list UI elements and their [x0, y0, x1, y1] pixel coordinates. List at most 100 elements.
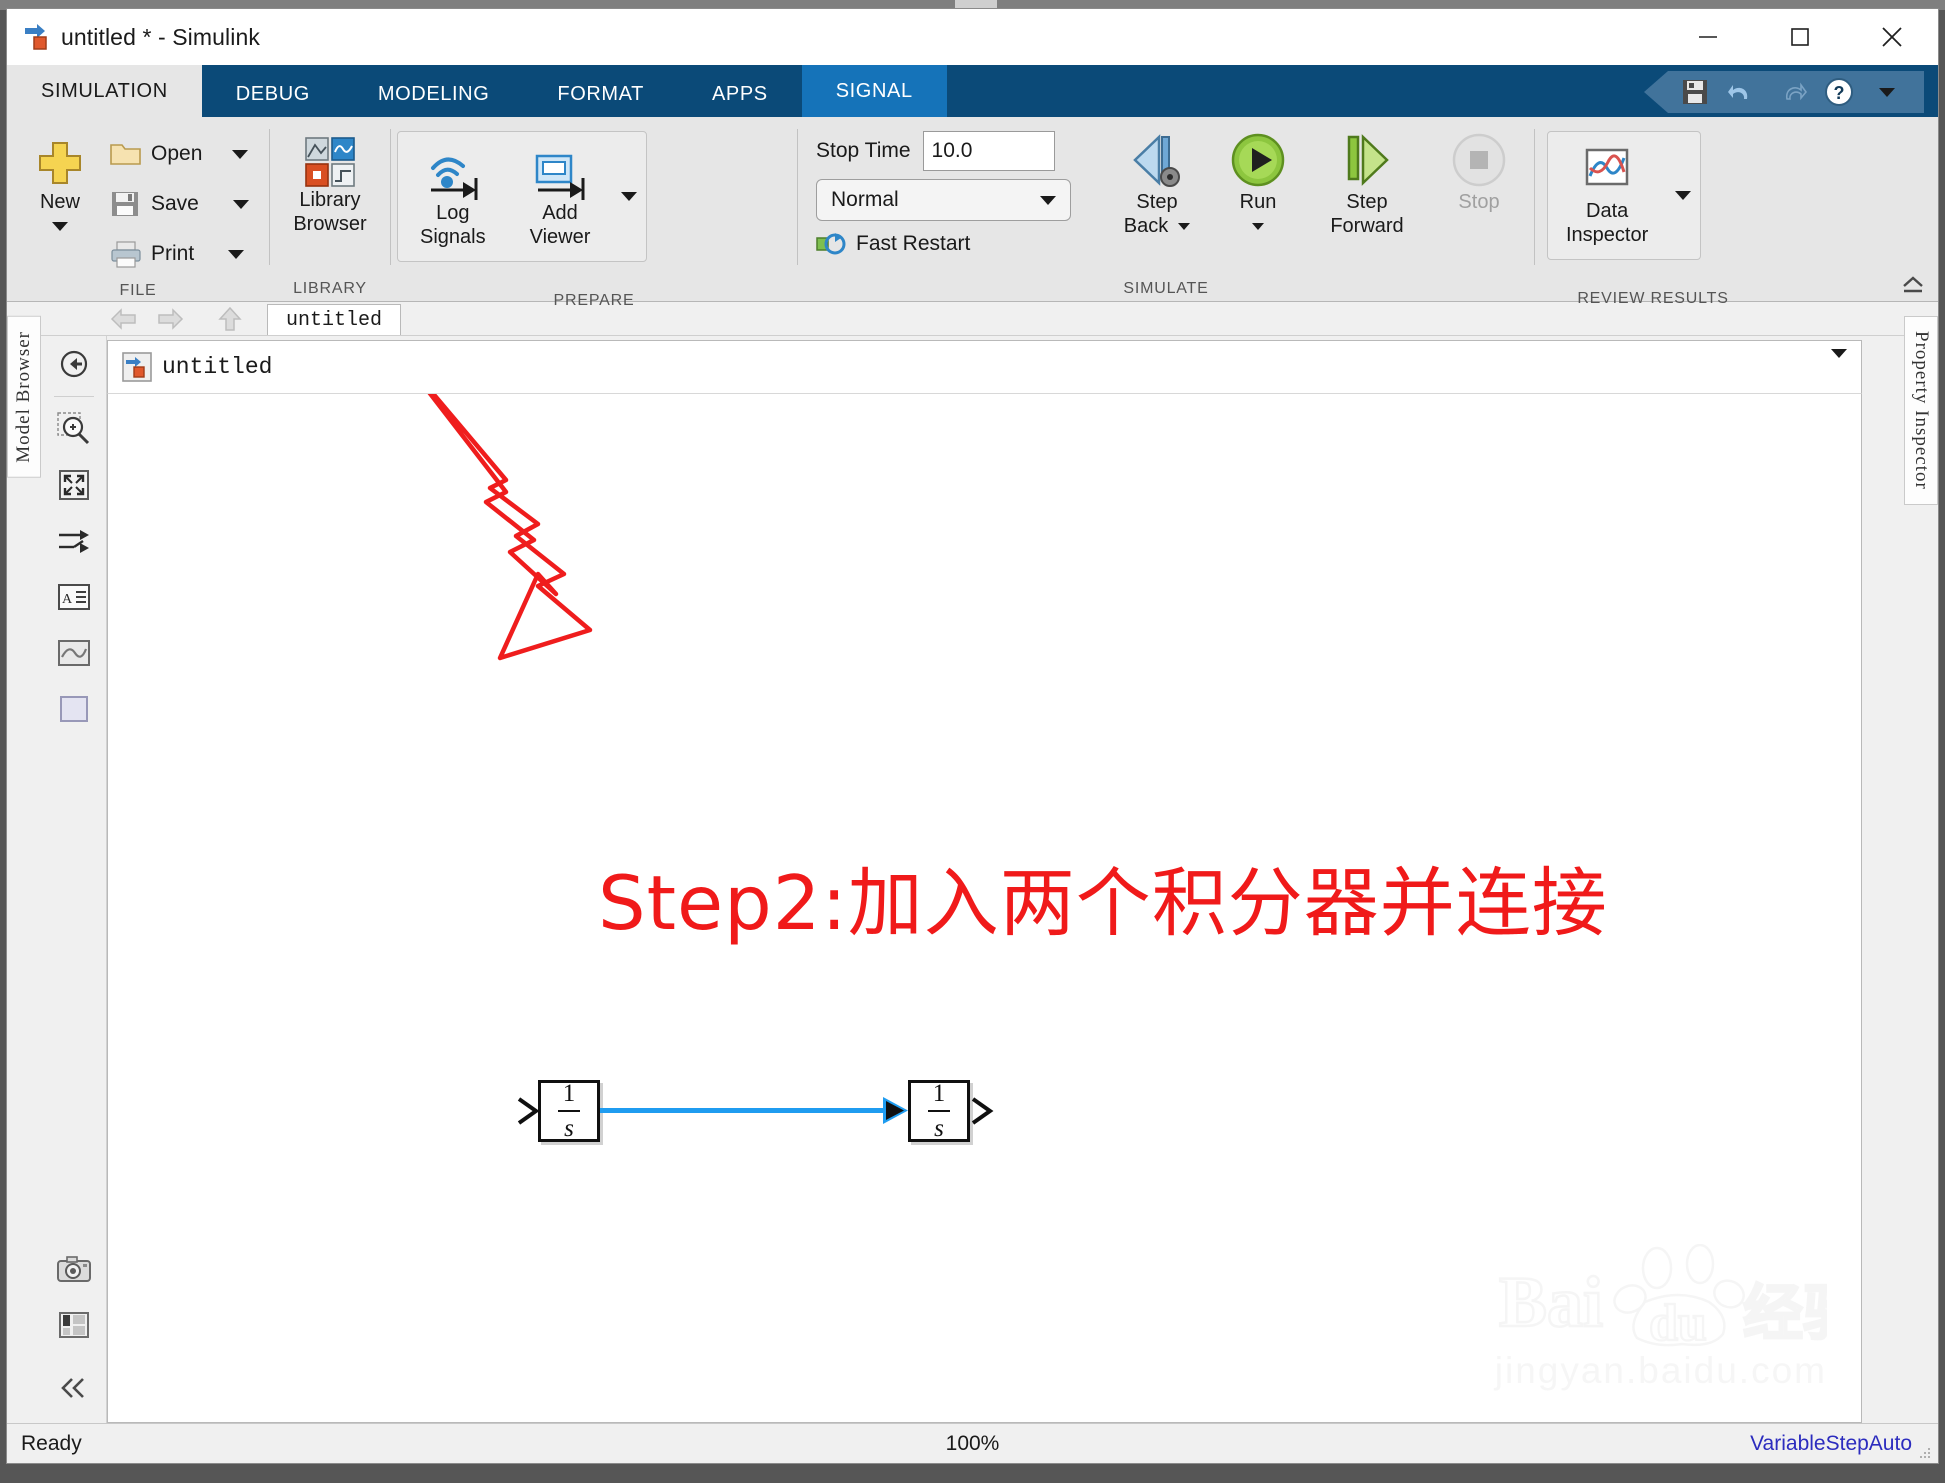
step-back-chevron-down-icon[interactable]	[1178, 222, 1191, 230]
ribbon-collapse-icon[interactable]	[1898, 271, 1928, 297]
signal-routing-icon[interactable]	[49, 513, 99, 569]
new-chevron-down-icon[interactable]	[52, 221, 68, 231]
svg-text:?: ?	[1834, 83, 1845, 103]
fit-to-view-icon[interactable]	[49, 457, 99, 513]
simulation-mode-select[interactable]: Normal	[816, 179, 1071, 221]
stop-time-input[interactable]	[922, 131, 1055, 171]
integrator-block-1[interactable]: 1 s	[538, 1080, 600, 1142]
nav-forward-icon[interactable]	[147, 303, 193, 335]
minimize-button[interactable]	[1662, 9, 1754, 65]
ribbon-group-library: Library Browser LIBRARY	[270, 117, 390, 302]
fast-restart-label: Fast Restart	[856, 232, 971, 255]
ribbon-group-review-title: REVIEW RESULTS	[1577, 290, 1729, 308]
review-panel: Data Inspector	[1547, 131, 1702, 261]
area-icon[interactable]	[49, 681, 99, 737]
integrator-2-denominator: s	[934, 1115, 944, 1143]
baidu-logo-icon: Bai du 经验	[1498, 1244, 1827, 1353]
zoom-level[interactable]: 100%	[946, 1432, 1000, 1456]
fast-restart-toggle[interactable]: Fast Restart	[816, 231, 1071, 257]
nav-back-icon[interactable]	[101, 303, 147, 335]
tab-signal[interactable]: SIGNAL	[801, 65, 947, 117]
save-button[interactable]: Save	[105, 179, 253, 229]
chevron-down-icon[interactable]	[1866, 73, 1908, 111]
property-inspector-label: Property Inspector	[1904, 316, 1938, 505]
step-back-button[interactable]: Step Back	[1105, 123, 1209, 242]
simulation-mode-chevron-down-icon	[1040, 195, 1056, 205]
legend-icon[interactable]	[49, 1297, 99, 1353]
log-signals-label-line2: Signals	[420, 225, 486, 248]
svg-text:A: A	[61, 592, 72, 607]
open-button[interactable]: Open	[105, 129, 253, 179]
stop-time-label: Stop Time	[816, 139, 911, 162]
integrator-2-transfer-function: 1 s	[928, 1081, 950, 1143]
fast-restart-icon	[816, 233, 846, 255]
prepare-chevron-down-icon[interactable]	[612, 192, 646, 202]
title-bar: untitled * - Simulink	[7, 9, 1938, 65]
canvas-row: A untitled Step2:加入两个积分器并连接 1 s 1 s Bai …	[41, 336, 1904, 1423]
collapse-icon[interactable]	[49, 1353, 99, 1423]
property-inspector-panel-tab[interactable]: Property Inspector	[1904, 302, 1938, 1423]
redo-icon[interactable]	[1770, 73, 1812, 111]
model-browser-panel-tab[interactable]: Model Browser	[7, 302, 41, 1423]
tab-modeling[interactable]: MODELING	[344, 71, 523, 117]
canvas-tool-strip: A	[41, 336, 107, 1423]
library-browser-label-line2: Browser	[293, 212, 367, 235]
log-signals-button[interactable]: Log Signals	[398, 132, 508, 261]
annotation-icon[interactable]: A	[49, 569, 99, 625]
integrator-1-denominator: s	[564, 1115, 574, 1143]
add-viewer-button[interactable]: Add Viewer	[508, 132, 613, 261]
stop-label: Stop	[1458, 191, 1500, 213]
integrator-1-input-port[interactable]	[516, 1096, 542, 1126]
tab-format[interactable]: FORMAT	[523, 71, 678, 117]
step-forward-button[interactable]: Step Forward	[1307, 123, 1427, 242]
integrator-1-numerator: 1	[562, 1079, 576, 1107]
svg-text:du: du	[1649, 1295, 1707, 1352]
center-column: untitled A untitled Step2:加入两个积分器并连接 1 s…	[41, 302, 1904, 1423]
snapshot-icon[interactable]	[49, 1241, 99, 1297]
navigate-back-icon[interactable]	[49, 336, 99, 392]
save-chevron-down-icon[interactable]	[232, 199, 249, 209]
canvas-right-rail	[1868, 336, 1904, 1423]
zoom-in-icon[interactable]	[49, 401, 99, 457]
integrator-2-output-port[interactable]	[970, 1096, 996, 1126]
run-chevron-down-icon[interactable]	[1252, 222, 1264, 230]
quick-access-toolbar: ?	[1644, 71, 1924, 113]
resize-grip-icon[interactable]	[1918, 1445, 1932, 1459]
print-button[interactable]: Print	[105, 229, 253, 279]
open-chevron-down-icon[interactable]	[232, 149, 249, 159]
undo-icon[interactable]	[1722, 73, 1764, 111]
new-button-label: New	[39, 191, 80, 213]
save-button-label: Save	[151, 192, 199, 215]
log-signals-label-line1: Log	[436, 202, 470, 224]
data-inspector-button[interactable]: Data Inspector	[1548, 132, 1666, 259]
ribbon-group-library-title: LIBRARY	[293, 280, 367, 297]
simulation-mode-value: Normal	[831, 188, 899, 211]
stop-button[interactable]: Stop	[1427, 123, 1531, 219]
close-button[interactable]	[1846, 9, 1938, 65]
save-icon[interactable]	[1674, 73, 1716, 111]
svg-text:Bai: Bai	[1499, 1262, 1603, 1342]
breadcrumb-chevron-down-icon[interactable]	[1831, 349, 1847, 376]
library-browser-button[interactable]: Library Browser	[283, 125, 376, 240]
maximize-button[interactable]	[1754, 9, 1846, 65]
nav-up-icon[interactable]	[207, 303, 253, 335]
prepare-panel: Log Signals Add Viewer	[397, 131, 648, 263]
tab-apps[interactable]: APPS	[678, 71, 802, 117]
open-button-label: Open	[151, 142, 203, 165]
model-canvas[interactable]: Step2:加入两个积分器并连接 1 s 1 s Bai du 经 jingya…	[107, 394, 1862, 1423]
signal-line[interactable]	[600, 1108, 890, 1113]
watermark-url: jingyan.baidu.com	[1494, 1350, 1827, 1391]
tab-simulation[interactable]: SIMULATION	[7, 65, 202, 117]
print-chevron-down-icon[interactable]	[228, 249, 245, 259]
model-tab[interactable]: untitled	[267, 304, 402, 335]
solver-name[interactable]: VariableStepAuto	[1750, 1432, 1912, 1456]
help-icon[interactable]: ?	[1818, 73, 1860, 111]
pointer-arrow-icon	[427, 394, 593, 661]
new-button[interactable]: New	[21, 131, 99, 235]
run-button[interactable]: Run	[1209, 123, 1307, 234]
scope-icon[interactable]	[49, 625, 99, 681]
review-chevron-down-icon[interactable]	[1666, 191, 1700, 201]
ribbon-group-file-title: FILE	[119, 281, 157, 299]
integrator-block-2[interactable]: 1 s	[908, 1080, 970, 1142]
tab-debug[interactable]: DEBUG	[202, 71, 344, 117]
